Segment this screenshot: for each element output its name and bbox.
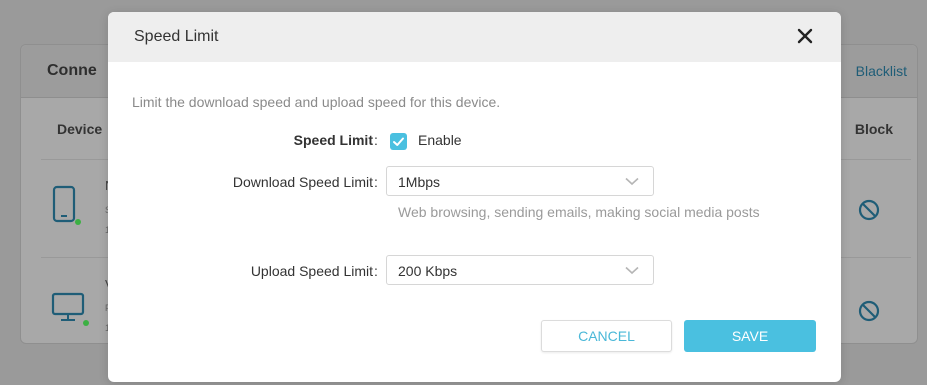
upload-speed-label: Upload Speed Limit — [250, 263, 373, 279]
enable-checkbox[interactable] — [390, 133, 407, 150]
dialog-description: Limit the download speed and upload spee… — [132, 94, 501, 110]
block-icon[interactable] — [857, 299, 881, 323]
download-speed-hint: Web browsing, sending emails, making soc… — [398, 204, 760, 220]
upload-speed-value: 200 Kbps — [398, 263, 458, 279]
check-icon — [393, 137, 404, 146]
block-icon[interactable] — [857, 198, 881, 222]
label-colon: : — [374, 132, 378, 148]
dialog-header: Speed Limit — [108, 12, 841, 62]
blacklist-link[interactable]: Blacklist — [856, 63, 907, 79]
speed-limit-label: Speed Limit — [293, 132, 373, 148]
close-icon[interactable] — [791, 22, 819, 50]
save-button[interactable]: SAVE — [684, 320, 816, 352]
phone-icon — [52, 185, 81, 225]
download-speed-value: 1Mbps — [398, 174, 441, 190]
column-header-block: Block — [854, 121, 893, 137]
dialog-title: Speed Limit — [134, 28, 219, 45]
card-title: Conne — [47, 62, 97, 79]
label-colon: : — [374, 263, 378, 279]
column-header-device: Device — [57, 121, 103, 137]
cancel-button[interactable]: CANCEL — [541, 320, 672, 352]
chevron-down-icon — [625, 266, 639, 275]
speed-limit-dialog: Speed Limit Limit the download speed and… — [108, 12, 841, 382]
chevron-down-icon — [625, 177, 639, 186]
upload-speed-select[interactable]: 200 Kbps — [386, 255, 654, 285]
download-speed-label: Download Speed Limit — [232, 174, 373, 190]
download-speed-select[interactable]: 1Mbps — [386, 166, 654, 196]
monitor-icon — [51, 292, 89, 326]
label-colon: : — [374, 174, 378, 190]
enable-label[interactable]: Enable — [418, 132, 462, 148]
